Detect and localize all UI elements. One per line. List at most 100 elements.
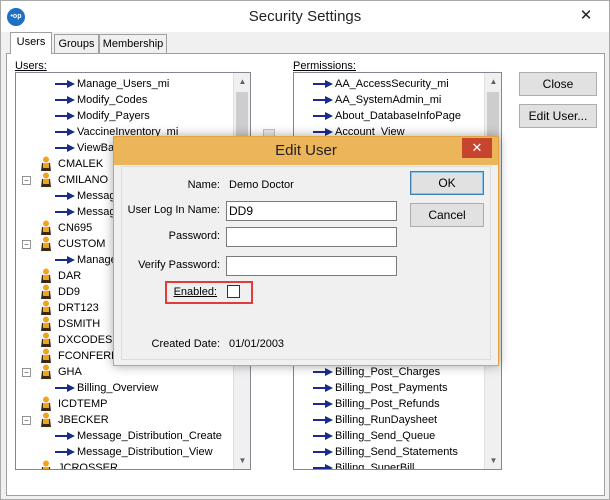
tree-item[interactable]: Billing_Overview — [16, 380, 234, 396]
permission-arrow-icon — [312, 428, 334, 444]
permission-arrow-icon — [312, 108, 334, 124]
tree-item-label: ViewBa — [77, 142, 115, 154]
name-label: Name: — [187, 179, 220, 191]
collapse-toggle-icon[interactable]: − — [22, 240, 31, 249]
permission-arrow-icon — [312, 460, 334, 469]
tree-item[interactable]: − GHA — [16, 364, 234, 380]
permission-item[interactable]: Billing_Post_Refunds — [294, 396, 484, 412]
tree-item[interactable]: JCROSSER — [16, 460, 234, 469]
permission-arrow-icon — [54, 252, 76, 268]
user-icon — [40, 300, 52, 316]
tree-item-label: Message_Distribution_Create — [77, 430, 222, 442]
ok-button[interactable]: OK — [410, 171, 484, 195]
tree-item-label: Modify_Payers — [77, 110, 150, 122]
permission-item-label: Billing_Post_Payments — [335, 382, 448, 394]
password-input[interactable] — [226, 227, 397, 247]
permissions-label: Permissions: — [293, 60, 356, 72]
tree-item-label: CMALEK — [58, 158, 104, 170]
close-button[interactable]: Close — [519, 72, 597, 96]
edit-user-dialog: Edit User ✕ Name: Demo Doctor User Log I… — [113, 136, 499, 366]
dialog-close-button[interactable]: ✕ — [462, 138, 492, 158]
scroll-down-arrow-icon[interactable]: ▼ — [485, 452, 501, 469]
user-icon — [40, 236, 52, 252]
scroll-up-arrow-icon[interactable]: ▲ — [485, 73, 501, 90]
user-icon — [40, 156, 52, 172]
window-title: Security Settings — [248, 8, 362, 25]
permission-arrow-icon — [312, 364, 334, 380]
permission-item[interactable]: About_DatabaseInfoPage — [294, 108, 484, 124]
permission-arrow-icon — [54, 76, 76, 92]
permission-item-label: About_DatabaseInfoPage — [335, 110, 461, 122]
permission-item[interactable]: AA_AccessSecurity_mi — [294, 76, 484, 92]
tab-membership[interactable]: Membership — [99, 34, 167, 54]
tree-item-label: Message_Distribution_View — [77, 446, 213, 458]
permission-arrow-icon — [312, 412, 334, 428]
permission-item-label: Billing_Send_Statements — [335, 446, 458, 458]
tree-item[interactable]: Modify_Payers — [16, 108, 234, 124]
tree-item-label: DAR — [58, 270, 82, 282]
permission-item[interactable]: Billing_Post_Payments — [294, 380, 484, 396]
tree-item-label: ICDTEMP — [58, 398, 108, 410]
title-bar: •op Security Settings ✕ — [1, 1, 609, 32]
permission-item-label: Billing_Send_Queue — [335, 430, 436, 442]
permission-arrow-icon — [312, 76, 334, 92]
password-label: Password: — [168, 230, 220, 242]
enabled-checkbox[interactable] — [227, 285, 240, 298]
tree-item[interactable]: Modify_Codes — [16, 92, 234, 108]
tab-users[interactable]: Users — [10, 32, 52, 54]
permission-arrow-icon — [312, 396, 334, 412]
user-icon — [40, 332, 52, 348]
permission-item-label: Billing_Post_Charges — [335, 366, 441, 378]
collapse-toggle-icon[interactable]: − — [22, 368, 31, 377]
permission-item-label: Billing_Post_Refunds — [335, 398, 440, 410]
scroll-down-arrow-icon[interactable]: ▼ — [234, 452, 250, 469]
edit-user-button[interactable]: Edit User... — [519, 104, 597, 128]
tree-item-label: Billing_Overview — [77, 382, 159, 394]
collapse-toggle-icon[interactable]: − — [22, 416, 31, 425]
permission-arrow-icon — [54, 380, 76, 396]
name-value: Demo Doctor — [229, 179, 294, 191]
permission-item[interactable]: Billing_Send_Statements — [294, 444, 484, 460]
permission-item[interactable]: AA_SystemAdmin_mi — [294, 92, 484, 108]
login-name-input[interactable]: DD9 — [226, 201, 397, 221]
tree-item[interactable]: ICDTEMP — [16, 396, 234, 412]
permission-item[interactable]: Billing_RunDaysheet — [294, 412, 484, 428]
user-icon — [40, 348, 52, 364]
tree-item-label: CUSTOM — [58, 238, 106, 250]
user-icon — [40, 396, 52, 412]
dialog-title-bar: Edit User ✕ — [114, 137, 498, 165]
permission-arrow-icon — [54, 188, 76, 204]
user-icon — [40, 364, 52, 380]
permission-item-label: AA_AccessSecurity_mi — [335, 78, 449, 90]
scroll-up-arrow-icon[interactable]: ▲ — [234, 73, 250, 90]
permission-arrow-icon — [54, 204, 76, 220]
verify-password-input[interactable] — [226, 256, 397, 276]
permission-arrow-icon — [312, 92, 334, 108]
permission-arrow-icon — [54, 140, 76, 156]
tree-item-label: DD9 — [58, 286, 81, 298]
user-icon — [40, 316, 52, 332]
login-name-label: User Log In Name: — [127, 204, 220, 216]
permission-item[interactable]: Billing_Post_Charges — [294, 364, 484, 380]
enabled-label: Enabled: — [173, 286, 217, 298]
verify-password-label: Verify Password: — [138, 259, 220, 271]
user-icon — [40, 172, 52, 188]
collapse-toggle-icon[interactable]: − — [22, 176, 31, 185]
tree-item[interactable]: Message_Distribution_View — [16, 444, 234, 460]
tree-item[interactable]: Manage_Users_mi — [16, 76, 234, 92]
created-date-label: Created Date: — [151, 338, 220, 350]
cancel-button[interactable]: Cancel — [410, 203, 484, 227]
tab-groups[interactable]: Groups — [54, 34, 99, 54]
permission-arrow-icon — [54, 124, 76, 140]
permission-item[interactable]: Billing_Send_Queue — [294, 428, 484, 444]
user-icon — [40, 220, 52, 236]
window-close-button[interactable]: ✕ — [563, 1, 609, 31]
user-icon — [40, 412, 52, 428]
permission-item-label: AA_SystemAdmin_mi — [335, 94, 442, 106]
tree-item[interactable]: − JBECKER — [16, 412, 234, 428]
tree-item[interactable]: Message_Distribution_Create — [16, 428, 234, 444]
dialog-title: Edit User — [275, 142, 337, 159]
permission-arrow-icon — [54, 428, 76, 444]
permission-arrow-icon — [54, 92, 76, 108]
permission-item[interactable]: Billing_SuperBill — [294, 460, 484, 469]
